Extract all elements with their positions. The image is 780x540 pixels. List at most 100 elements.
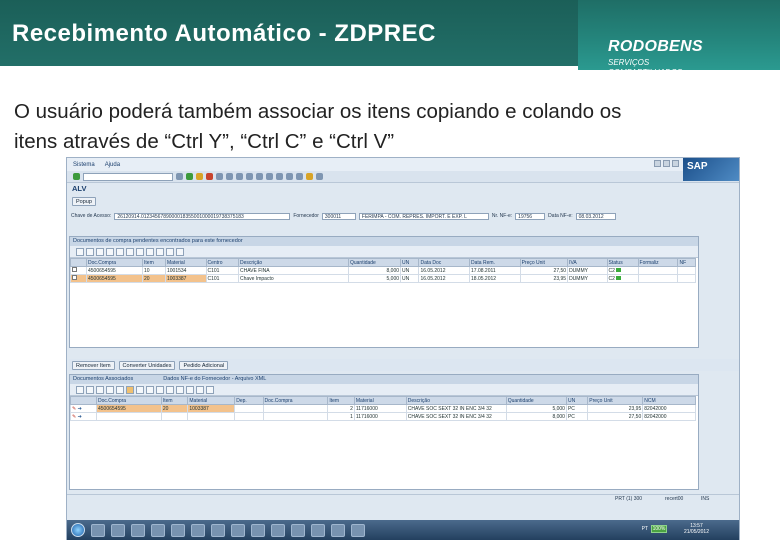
- col-iva[interactable]: IVA: [567, 258, 608, 267]
- col-item[interactable]: Item: [142, 258, 166, 267]
- taskbar-app-icon[interactable]: [131, 523, 145, 537]
- col-doc-compra-2[interactable]: Doc.Compra: [262, 396, 329, 405]
- find-next-icon[interactable]: [236, 173, 243, 180]
- col-ncm-xml[interactable]: NCM: [642, 396, 696, 405]
- minimize-icon[interactable]: [654, 160, 661, 167]
- taskbar-app-icon[interactable]: [251, 523, 265, 537]
- col-preco-xml[interactable]: Preço Unit: [587, 396, 644, 405]
- col-material-xml[interactable]: Material: [353, 396, 407, 405]
- export-icon[interactable]: [156, 247, 164, 256]
- back-icon[interactable]: [186, 173, 193, 180]
- menu-sistema[interactable]: Sistema: [73, 162, 95, 168]
- taskbar-app-icon[interactable]: [91, 523, 105, 537]
- col-data-doc[interactable]: Data Doc: [418, 258, 471, 267]
- data-nf-field[interactable]: 08.03.2012: [575, 212, 616, 220]
- print-grid-icon[interactable]: [136, 385, 144, 394]
- col-quantidade-xml[interactable]: Quantidade: [505, 396, 567, 405]
- first-page-icon[interactable]: [246, 173, 253, 180]
- fornecedor-field[interactable]: 300011: [321, 212, 356, 220]
- layout-grid-icon[interactable]: [166, 385, 174, 394]
- pencil-icon[interactable]: ✎: [72, 414, 76, 420]
- col-item-2[interactable]: Item: [327, 396, 355, 405]
- table-row[interactable]: ✎ ➔ 1 11716000 CHAVE SOC SEXT 32 IN ENC …: [70, 412, 696, 421]
- taskbar-app-icon[interactable]: [191, 523, 205, 537]
- export-icon[interactable]: [156, 385, 164, 394]
- filter-icon[interactable]: [106, 247, 114, 256]
- paste-icon[interactable]: [196, 385, 204, 394]
- convert-units-button[interactable]: Converter Unidades: [118, 360, 176, 370]
- enter-icon[interactable]: [73, 173, 80, 180]
- col-formaliz[interactable]: Formaliz: [637, 258, 679, 267]
- language-indicator[interactable]: PT: [642, 526, 648, 532]
- pencil-icon[interactable]: ✎: [72, 406, 76, 412]
- shortcut-icon[interactable]: [296, 173, 303, 180]
- subtotal-icon[interactable]: [126, 247, 134, 256]
- new-session-icon[interactable]: [286, 173, 293, 180]
- col-preco-unit[interactable]: Preço Unit: [519, 258, 569, 267]
- chave-field[interactable]: 26120914.0123456789000018355001000019738…: [114, 212, 291, 220]
- details-icon[interactable]: [76, 385, 84, 394]
- col-select[interactable]: [70, 258, 87, 267]
- col-action[interactable]: [70, 396, 97, 405]
- popup-button[interactable]: Popup: [72, 196, 96, 206]
- details-icon[interactable]: [76, 247, 84, 256]
- row-checkbox[interactable]: [70, 274, 87, 283]
- col-status[interactable]: Status: [606, 258, 639, 267]
- table-row[interactable]: ✎ ➔ 4500654595 20 1003387 2 11716000 CHA…: [70, 404, 696, 413]
- help-icon[interactable]: [306, 173, 313, 180]
- cancel-icon[interactable]: [206, 173, 213, 180]
- view-icon[interactable]: [146, 247, 154, 256]
- battery-indicator[interactable]: 100%: [651, 525, 667, 533]
- info-icon[interactable]: [176, 247, 184, 256]
- taskbar-app-icon[interactable]: [111, 523, 125, 537]
- copy-icon[interactable]: [186, 385, 194, 394]
- additional-order-button[interactable]: Pedido Adicional: [179, 360, 229, 370]
- col-descricao-xml[interactable]: Descrição: [405, 396, 507, 405]
- col-un-xml[interactable]: UN: [565, 396, 589, 405]
- save-icon[interactable]: [176, 173, 183, 180]
- row-checkbox[interactable]: [70, 266, 87, 275]
- col-centro[interactable]: Centro: [205, 258, 239, 267]
- sort-asc-icon[interactable]: [86, 247, 94, 256]
- col-doc-compra[interactable]: Doc.Compra: [96, 396, 162, 405]
- row-actions[interactable]: ✎ ➔: [70, 412, 97, 421]
- chart-icon[interactable]: [206, 385, 214, 394]
- view-icon[interactable]: [146, 385, 154, 394]
- checkbox-icon[interactable]: [72, 275, 77, 280]
- maximize-icon[interactable]: [663, 160, 670, 167]
- fornecedor-name-field[interactable]: FERIMPA - COM. REPRES. IMPORT. E EXP. L: [358, 212, 489, 220]
- taskbar-app-icon[interactable]: [331, 523, 345, 537]
- print-icon[interactable]: [216, 173, 223, 180]
- layout-grid-icon[interactable]: [166, 247, 174, 256]
- taskbar-app-icon[interactable]: [231, 523, 245, 537]
- col-data-rem[interactable]: Data Rem.: [469, 258, 521, 267]
- taskbar-app-icon[interactable]: [271, 523, 285, 537]
- col-dep[interactable]: Dep.: [234, 396, 264, 405]
- table-row[interactable]: 4500654595 10 1001534 C101 CHAVE FINA 8,…: [70, 266, 696, 275]
- remove-item-button[interactable]: Remover Item: [72, 360, 115, 370]
- arrow-right-icon[interactable]: ➔: [78, 406, 82, 412]
- taskbar-clock[interactable]: 13:57 21/05/2012: [684, 523, 709, 535]
- row-actions[interactable]: ✎ ➔: [70, 404, 97, 413]
- col-nf[interactable]: NF: [677, 258, 696, 267]
- exit-icon[interactable]: [196, 173, 203, 180]
- close-icon[interactable]: [672, 160, 679, 167]
- col-doc-compra[interactable]: Doc.Compra: [85, 258, 144, 267]
- prev-page-icon[interactable]: [256, 173, 263, 180]
- col-un[interactable]: UN: [400, 258, 420, 267]
- sum-icon[interactable]: [116, 247, 124, 256]
- layout-icon[interactable]: [316, 173, 323, 180]
- info-icon[interactable]: [176, 385, 184, 394]
- command-field[interactable]: [83, 172, 173, 181]
- sum-icon[interactable]: [116, 385, 124, 394]
- col-material[interactable]: Material: [187, 396, 236, 405]
- taskbar-app-icon[interactable]: [351, 523, 365, 537]
- col-item[interactable]: Item: [160, 396, 189, 405]
- menu-ajuda[interactable]: Ajuda: [105, 162, 120, 168]
- edit-icon[interactable]: [126, 385, 134, 394]
- print-grid-icon[interactable]: [136, 247, 144, 256]
- col-quantidade[interactable]: Quantidade: [347, 258, 402, 267]
- filter-icon[interactable]: [106, 385, 114, 394]
- arrow-right-icon[interactable]: ➔: [78, 414, 82, 420]
- taskbar-app-icon[interactable]: [171, 523, 185, 537]
